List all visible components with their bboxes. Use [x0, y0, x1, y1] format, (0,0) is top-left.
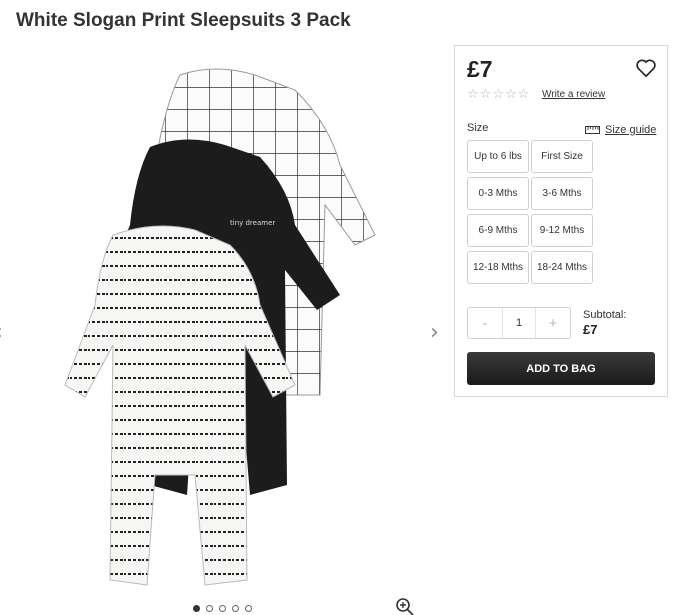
size-option-button[interactable]: 6-9 Mths	[467, 214, 529, 247]
size-option-button[interactable]: 12-18 Mths	[467, 251, 529, 284]
size-option-button[interactable]: 0-3 Mths	[467, 177, 529, 210]
gallery-dot[interactable]	[232, 605, 239, 612]
size-option-button[interactable]: 3-6 Mths	[531, 177, 593, 210]
product-title: White Slogan Print Sleepsuits 3 Pack	[16, 10, 351, 31]
ruler-icon	[585, 126, 600, 134]
quantity-decrease-button[interactable]: -	[468, 308, 502, 338]
quantity-input[interactable]: 1	[502, 308, 536, 338]
gallery-dot[interactable]	[219, 605, 226, 612]
size-option-button[interactable]: First Size	[531, 140, 593, 173]
star-icon: ☆	[479, 87, 492, 102]
quantity-increase-button[interactable]: +	[536, 308, 570, 338]
size-option-button[interactable]: 9-12 Mths	[531, 214, 593, 247]
next-image-arrow[interactable]: ›	[430, 320, 439, 345]
zoom-in-icon[interactable]	[395, 597, 415, 615]
size-guide-label: Size guide	[605, 124, 657, 136]
star-icon: ☆	[517, 87, 530, 102]
heart-icon[interactable]	[635, 58, 657, 78]
rating-stars: ☆ ☆ ☆ ☆ ☆	[467, 88, 529, 102]
gallery-pagination	[193, 605, 252, 612]
subtotal-label: Subtotal:	[583, 309, 627, 321]
size-guide-link[interactable]: Size guide	[585, 124, 656, 136]
gallery-dot[interactable]	[206, 605, 213, 612]
size-options: Up to 6 lbs First Size 0-3 Mths 3-6 Mths 6-9…	[467, 140, 593, 284]
product-price: £7	[467, 56, 493, 82]
star-icon: ☆	[492, 87, 504, 102]
gallery-dot[interactable]	[245, 605, 252, 612]
gallery-dot[interactable]	[193, 605, 200, 612]
star-icon: ☆	[467, 87, 479, 102]
star-icon: ☆	[504, 87, 517, 102]
write-review-link[interactable]: Write a review	[542, 89, 605, 100]
svg-text:tiny dreamer: tiny dreamer	[230, 219, 275, 227]
previous-image-arrow[interactable]: ‹	[0, 320, 3, 345]
product-image: tiny dreamer	[64, 68, 376, 586]
subtotal-value: £7	[583, 322, 598, 337]
purchase-panel: £7 ☆ ☆ ☆ ☆ ☆ Write a review Size Size guide …	[454, 45, 668, 397]
quantity-stepper: - 1 +	[467, 307, 571, 339]
product-gallery: tiny dreamer ‹ ›	[0, 45, 445, 615]
size-label: Size	[467, 122, 489, 134]
size-option-button[interactable]: Up to 6 lbs	[467, 140, 529, 173]
size-option-button[interactable]: 18-24 Mths	[531, 251, 593, 284]
add-to-bag-button[interactable]: ADD TO BAG	[467, 352, 655, 385]
